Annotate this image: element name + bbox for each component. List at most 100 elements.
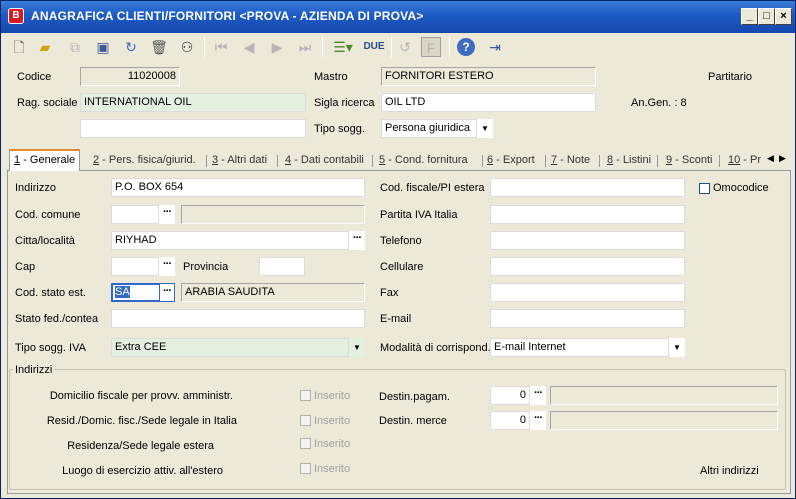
title-bar: B ANAGRAFICA CLIENTI/FORNITORI <PROVA - … <box>1 1 795 33</box>
refresh-icon[interactable]: ↺ <box>395 37 415 57</box>
stato-fed-field[interactable] <box>111 309 365 328</box>
tab-export[interactable]: 6 - Export <box>483 151 539 171</box>
fax-field[interactable] <box>490 283 685 302</box>
tab-pers-fisica[interactable]: 2 - Pers. fisica/giurid. <box>89 151 200 171</box>
tipo-sogg-label: Tipo sogg. <box>314 123 365 135</box>
cellulare-field[interactable] <box>490 257 685 276</box>
destin-merce-field[interactable]: 0 <box>490 411 530 430</box>
inserito-label: Inserito <box>314 390 351 402</box>
citta-lookup-button[interactable]: ··· <box>349 231 365 250</box>
rag-sociale-field[interactable]: INTERNATIONAL OIL <box>80 93 306 112</box>
sigla-ricerca-field[interactable]: OIL LTD <box>381 93 596 112</box>
indirizzo-field[interactable]: P.O. BOX 654 <box>111 178 365 197</box>
inserito-label: Inserito <box>314 463 351 475</box>
tab-scroll-right-icon[interactable]: ▶ <box>779 153 786 164</box>
cap-lookup-button[interactable]: ··· <box>159 257 175 276</box>
destin-pagam-field[interactable]: 0 <box>490 386 530 405</box>
prev-icon[interactable]: ◀ <box>239 37 259 57</box>
mastro-label: Mastro <box>314 71 348 83</box>
tab-listini[interactable]: 8 - Listini <box>603 151 655 171</box>
provincia-field[interactable] <box>259 257 305 276</box>
close-button[interactable]: × <box>775 8 792 25</box>
open-icon[interactable]: ▰ <box>35 37 55 57</box>
tab-generale[interactable]: 1 - Generale <box>9 149 81 171</box>
delete-icon[interactable]: 🗑 <box>149 37 169 57</box>
inserito-checkbox <box>300 463 311 474</box>
exit-icon[interactable]: ⇥ <box>485 37 505 57</box>
omocodice-checkbox[interactable] <box>699 183 710 194</box>
due-icon[interactable]: DUE <box>363 37 385 57</box>
indirizzi-group-title: Indirizzi <box>13 364 55 376</box>
altri-indirizzi-link[interactable]: Altri indirizzi <box>700 465 759 477</box>
chevron-down-icon[interactable]: ▼ <box>349 338 365 357</box>
tipo-iva-select[interactable]: Extra CEE <box>111 338 349 357</box>
tab-altri-dati[interactable]: 3 - Altri dati <box>208 151 271 171</box>
help-icon[interactable]: ? <box>457 38 475 56</box>
tab-pr[interactable]: 10 - Pr <box>724 151 770 171</box>
partita-iva-field[interactable] <box>490 205 685 224</box>
tipo-sogg-select[interactable]: Persona giuridica <box>381 119 477 138</box>
telefono-field[interactable] <box>490 231 685 250</box>
next-icon[interactable]: ▶ <box>267 37 287 57</box>
indirizzo-row-label[interactable]: Residenza/Sede legale estera <box>15 440 214 452</box>
cod-comune-field[interactable] <box>111 205 159 224</box>
chevron-down-icon[interactable]: ▼ <box>669 338 685 357</box>
indirizzo-row-label[interactable]: Luogo di esercizio attiv. all'estero <box>15 465 223 477</box>
app-icon: B <box>8 8 24 24</box>
undo-icon[interactable]: ↻ <box>121 37 141 57</box>
cod-stato-label: Cod. stato est. <box>15 287 86 299</box>
search-binoculars-icon[interactable]: ⚇ <box>177 37 197 57</box>
maximize-button[interactable]: □ <box>758 8 775 25</box>
inserito-label: Inserito <box>314 415 351 427</box>
citta-field[interactable]: RIYHAD <box>111 231 349 250</box>
cod-fiscale-label: Cod. fiscale/PI estera <box>380 182 485 194</box>
tab-scroll-left-icon[interactable]: ◀ <box>767 153 774 164</box>
cellulare-label: Cellulare <box>380 261 424 273</box>
cod-stato-lookup-button[interactable]: ··· <box>159 283 175 302</box>
indirizzo-row-label[interactable]: Domicilio fiscale per provv. amministr. <box>15 390 233 402</box>
codice-field[interactable]: 11020008 <box>80 67 180 86</box>
tab-dati-contabili[interactable]: 4 - Dati contabili <box>281 151 368 171</box>
destin-merce-lookup-button[interactable]: ··· <box>530 411 546 430</box>
cod-comune-label: Cod. comune <box>15 209 81 221</box>
modalita-label: Modalità di corrispond. <box>380 342 491 354</box>
cod-comune-lookup-button[interactable]: ··· <box>159 205 175 224</box>
comune-description-field <box>181 205 365 224</box>
mastro-field[interactable]: FORNITORI ESTERO <box>381 67 596 86</box>
filter-icon[interactable]: F <box>421 37 441 57</box>
cod-stato-field[interactable]: SA <box>111 283 161 302</box>
rag-sociale-label: Rag. sociale <box>17 97 78 109</box>
tab-note[interactable]: 7 - Note <box>547 151 594 171</box>
destin-merce-label: Destin. merce <box>379 415 447 427</box>
minimize-button[interactable]: _ <box>741 8 758 25</box>
modalita-select[interactable]: E-mail Internet <box>490 338 669 357</box>
first-icon[interactable]: ⏮ <box>211 37 231 57</box>
cod-fiscale-field[interactable] <box>490 178 685 197</box>
last-icon[interactable]: ⏭ <box>295 37 315 57</box>
provincia-label: Provincia <box>183 261 229 273</box>
toolbar-separator <box>204 37 205 57</box>
destin-merce-description <box>550 411 778 430</box>
copy-icon[interactable]: ⧉ <box>65 37 85 57</box>
tab-cond-fornitura[interactable]: 5 - Cond. fornitura <box>375 151 472 171</box>
email-field[interactable] <box>490 309 685 328</box>
toolbar-separator <box>449 37 450 57</box>
new-icon[interactable]: 🗋 <box>9 37 29 57</box>
partitario-link[interactable]: Partitario <box>708 71 752 83</box>
inserito-label: Inserito <box>314 438 351 450</box>
chevron-down-icon[interactable]: ▼ <box>477 119 493 138</box>
cap-field[interactable] <box>111 257 159 276</box>
indirizzo-row-label[interactable]: Resid./Domic. fisc./Sede legale in Itali… <box>15 415 237 427</box>
inserito-checkbox <box>300 390 311 401</box>
rag-sociale-2-field[interactable] <box>80 119 306 138</box>
toolbar-separator <box>322 37 323 57</box>
tab-sconti[interactable]: 9 - Sconti <box>662 151 716 171</box>
telefono-label: Telefono <box>380 235 422 247</box>
destin-pagam-lookup-button[interactable]: ··· <box>530 386 546 405</box>
save-icon[interactable]: ▣ <box>93 37 113 57</box>
destin-pagam-label: Destin.pagam. <box>379 391 450 403</box>
list-menu-icon[interactable]: ☰▾ <box>329 37 357 57</box>
an-gen-label: An.Gen. : 8 <box>631 97 687 109</box>
cap-label: Cap <box>15 261 36 273</box>
stato-description-field: ARABIA SAUDITA <box>181 283 365 302</box>
